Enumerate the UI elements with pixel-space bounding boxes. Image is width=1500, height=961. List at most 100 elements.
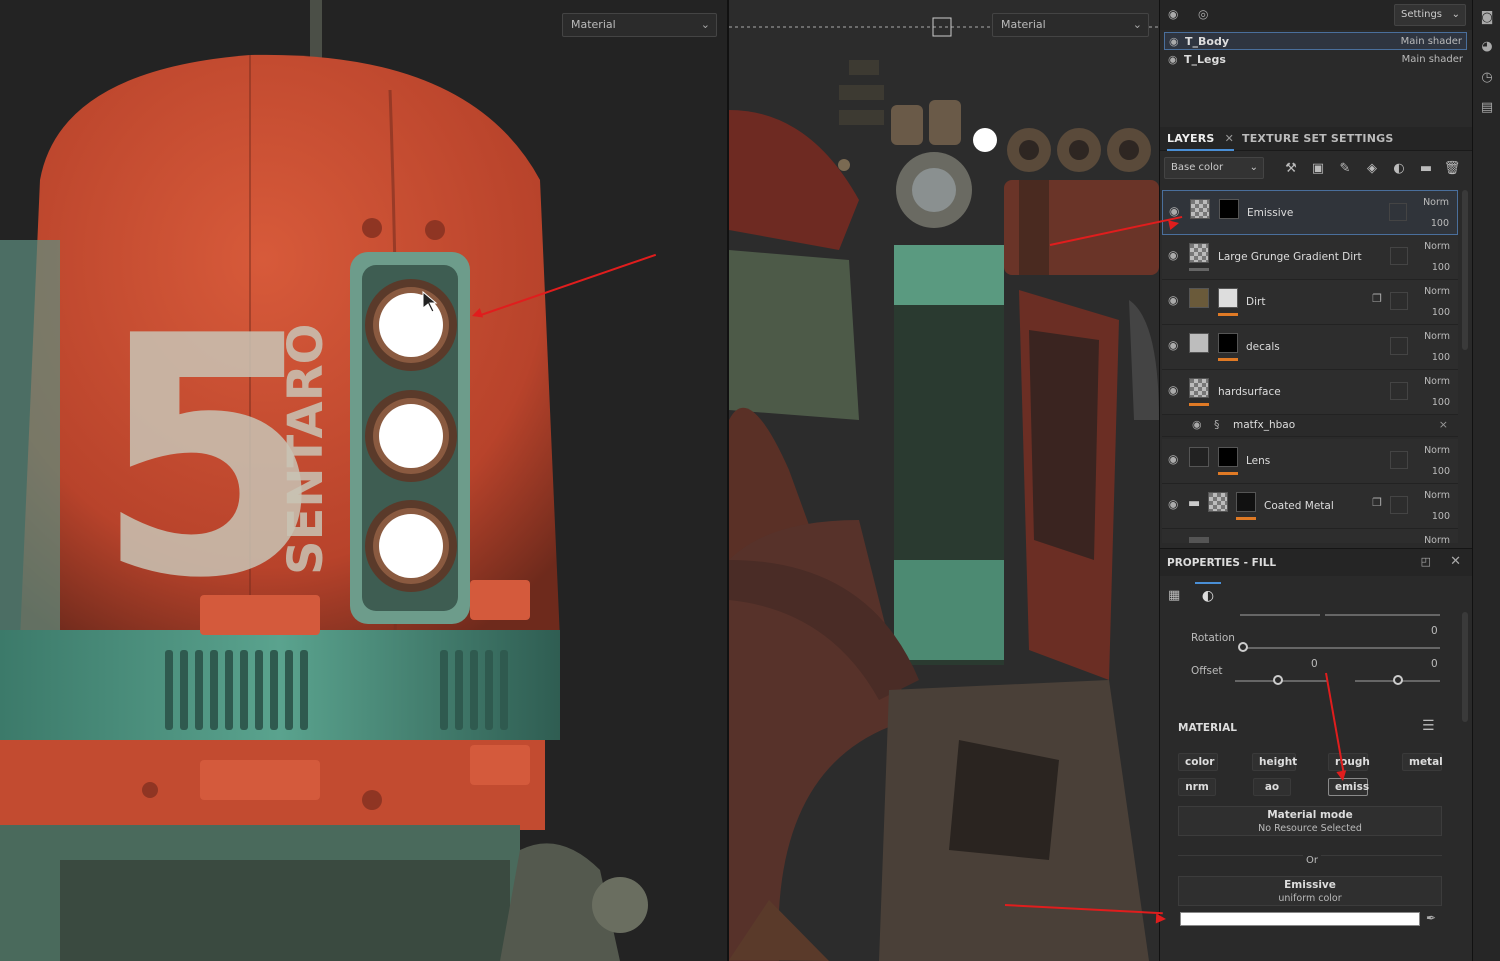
layer-checkbox[interactable] <box>1390 496 1408 514</box>
add-paint-layer-icon[interactable]: ✎ <box>1336 160 1354 178</box>
folder-icon[interactable]: ▬ <box>1188 496 1200 511</box>
close-icon[interactable]: ✕ <box>1225 132 1234 145</box>
eye-visibility-icon[interactable]: ◉ <box>1168 7 1178 21</box>
emissive-title: Emissive <box>1284 879 1336 891</box>
opacity-value[interactable]: 100 <box>1432 466 1450 477</box>
eye-icon[interactable]: ◉ <box>1192 418 1202 431</box>
layer-row-large-grunge-gradient-dirt[interactable]: ◉ Large Grunge Gradient Dirt Norm 100 <box>1162 235 1458 280</box>
eye-icon[interactable]: ◉ <box>1168 293 1178 307</box>
channel-toggle-metal[interactable]: metal <box>1402 753 1443 771</box>
channel-toggle-nrm[interactable]: nrm <box>1178 778 1216 796</box>
opacity-value[interactable]: 100 <box>1432 397 1450 408</box>
log-icon[interactable]: ▤ <box>1479 100 1495 116</box>
eyedropper-icon[interactable]: ✒ <box>1426 911 1436 925</box>
texture-set-settings-dropdown[interactable]: Settings ⌄ <box>1394 4 1466 26</box>
blend-mode-select[interactable]: Norm <box>1423 197 1449 208</box>
opacity-value[interactable]: 100 <box>1432 262 1450 273</box>
eye-icon[interactable]: ◉ <box>1168 51 1178 69</box>
mask-thumbnail[interactable] <box>1219 199 1239 219</box>
layer-checkbox[interactable] <box>1390 451 1408 469</box>
rotation-slider[interactable] <box>1240 647 1440 649</box>
viewport-2d[interactable]: Material ⌄ <box>729 0 1159 961</box>
delete-layer-icon[interactable]: 🗑 <box>1443 160 1461 178</box>
mask-thumbnail[interactable] <box>1236 492 1256 512</box>
texture-set-item-t-body[interactable]: ◉ T_Body Main shader <box>1164 32 1467 50</box>
slider-track[interactable] <box>1325 614 1440 616</box>
blend-mode-select[interactable]: Norm <box>1424 286 1450 297</box>
mask-thumbnail[interactable] <box>1218 333 1238 353</box>
opacity-value[interactable]: 100 <box>1431 218 1449 229</box>
mask-thumbnail[interactable] <box>1218 447 1238 467</box>
offset-x-knob[interactable] <box>1273 675 1283 685</box>
channel-toggle-emiss[interactable]: emiss <box>1328 778 1369 796</box>
eye-icon[interactable]: ◉ <box>1168 248 1178 262</box>
eye-icon[interactable]: ◎ <box>1198 7 1208 21</box>
mask-thumbnail[interactable] <box>1218 288 1238 308</box>
eye-icon[interactable]: ◉ <box>1168 497 1178 511</box>
effect-row-matfx-hbao[interactable]: ◉ § matfx_hbao × <box>1162 415 1458 437</box>
emissive-color-swatch[interactable] <box>1180 912 1420 926</box>
maximize-icon[interactable]: ◰ <box>1421 555 1431 568</box>
history-icon[interactable]: ◷ <box>1479 70 1495 86</box>
viewport3d-mode-select[interactable]: Material ⌄ <box>562 13 717 37</box>
camera-icon[interactable]: ◙ <box>1479 10 1495 26</box>
layer-row-dirt[interactable]: ◉ Dirt ❐ Norm 100 <box>1162 280 1458 325</box>
add-mask-icon[interactable]: ▣ <box>1309 160 1327 178</box>
texture-set-shader[interactable]: Main shader <box>1402 51 1463 69</box>
layer-checkbox[interactable] <box>1390 382 1408 400</box>
eye-icon[interactable]: ◉ <box>1168 338 1178 352</box>
material-tab-icon[interactable]: ◐ <box>1195 582 1221 608</box>
eye-icon[interactable]: ◉ <box>1168 452 1178 466</box>
close-icon[interactable]: ✕ <box>1450 554 1461 569</box>
layer-checkbox[interactable] <box>1389 203 1407 221</box>
opacity-value[interactable]: 100 <box>1432 352 1450 363</box>
channel-toggle-color[interactable]: color <box>1178 753 1218 771</box>
layer-row-decals[interactable]: ◉ decals Norm 100 <box>1162 325 1458 370</box>
channel-toggle-rough[interactable]: rough <box>1328 753 1370 771</box>
environment-icon[interactable]: ◕ <box>1479 39 1495 55</box>
close-icon[interactable]: × <box>1439 418 1448 431</box>
layer-checkbox[interactable] <box>1390 292 1408 310</box>
layer-row-hardsurface[interactable]: ◉ hardsurface Norm 100 <box>1162 370 1458 415</box>
add-smart-material-icon[interactable]: ◐ <box>1390 160 1408 178</box>
rotation-value[interactable]: 0 <box>1431 625 1438 637</box>
opacity-value[interactable]: 100 <box>1432 511 1450 522</box>
viewport-3d[interactable]: 5 SENTARO Material ⌄ <box>0 0 727 961</box>
add-effect-icon[interactable]: ⚒ <box>1282 160 1300 178</box>
blend-mode-select[interactable]: Norm <box>1424 376 1450 387</box>
layer-row-emissive[interactable]: ◉ Emissive Norm 100 <box>1162 190 1458 235</box>
eye-icon[interactable]: ◉ <box>1168 383 1178 397</box>
add-folder-icon[interactable]: ▬ <box>1417 160 1435 178</box>
offset-x-value[interactable]: 0 <box>1311 658 1318 670</box>
texture-set-item-t-legs[interactable]: ◉ T_Legs Main shader <box>1164 51 1467 69</box>
tab-layers[interactable]: LAYERS ✕ <box>1167 127 1234 151</box>
tab-texture-set-settings[interactable]: TEXTURE SET SETTINGS <box>1242 127 1393 151</box>
properties-scrollbar[interactable] <box>1462 612 1468 722</box>
layer-checkbox[interactable] <box>1390 337 1408 355</box>
texture-set-shader[interactable]: Main shader <box>1401 33 1462 51</box>
opacity-value[interactable]: 100 <box>1432 307 1450 318</box>
blend-mode-select[interactable]: Norm <box>1424 331 1450 342</box>
blend-mode-select[interactable]: Norm <box>1424 445 1450 456</box>
channel-toggle-height[interactable]: height <box>1252 753 1297 771</box>
slider-track[interactable] <box>1240 614 1320 616</box>
eye-icon[interactable]: ◉ <box>1169 33 1179 51</box>
blend-mode-select[interactable]: Norm <box>1424 241 1450 252</box>
layers-scrollbar[interactable] <box>1462 190 1468 350</box>
material-mode-block[interactable]: Material mode No Resource Selected <box>1178 806 1442 836</box>
layer-row-partial[interactable]: Norm <box>1162 529 1458 543</box>
channel-select[interactable]: Base color ⌄ <box>1164 157 1264 179</box>
offset-y-knob[interactable] <box>1393 675 1403 685</box>
offset-y-value[interactable]: 0 <box>1431 658 1438 670</box>
blend-mode-select[interactable]: Norm <box>1424 490 1450 501</box>
rotation-slider-knob[interactable] <box>1238 642 1248 652</box>
layer-checkbox[interactable] <box>1390 247 1408 265</box>
channel-toggle-ao[interactable]: ao <box>1253 778 1291 796</box>
uv-projection-tab-icon[interactable]: ▦ <box>1168 588 1180 603</box>
blend-mode-select[interactable]: Norm <box>1424 535 1450 543</box>
layer-row-lens[interactable]: ◉ Lens Norm 100 <box>1162 439 1458 484</box>
menu-icon[interactable]: ☰ <box>1422 718 1435 734</box>
add-fill-layer-icon[interactable]: ◈ <box>1363 160 1381 178</box>
layer-row-coated-metal[interactable]: ◉ ▬ Coated Metal ❐ Norm 100 <box>1162 484 1458 529</box>
viewport2d-mode-select[interactable]: Material ⌄ <box>992 13 1149 37</box>
